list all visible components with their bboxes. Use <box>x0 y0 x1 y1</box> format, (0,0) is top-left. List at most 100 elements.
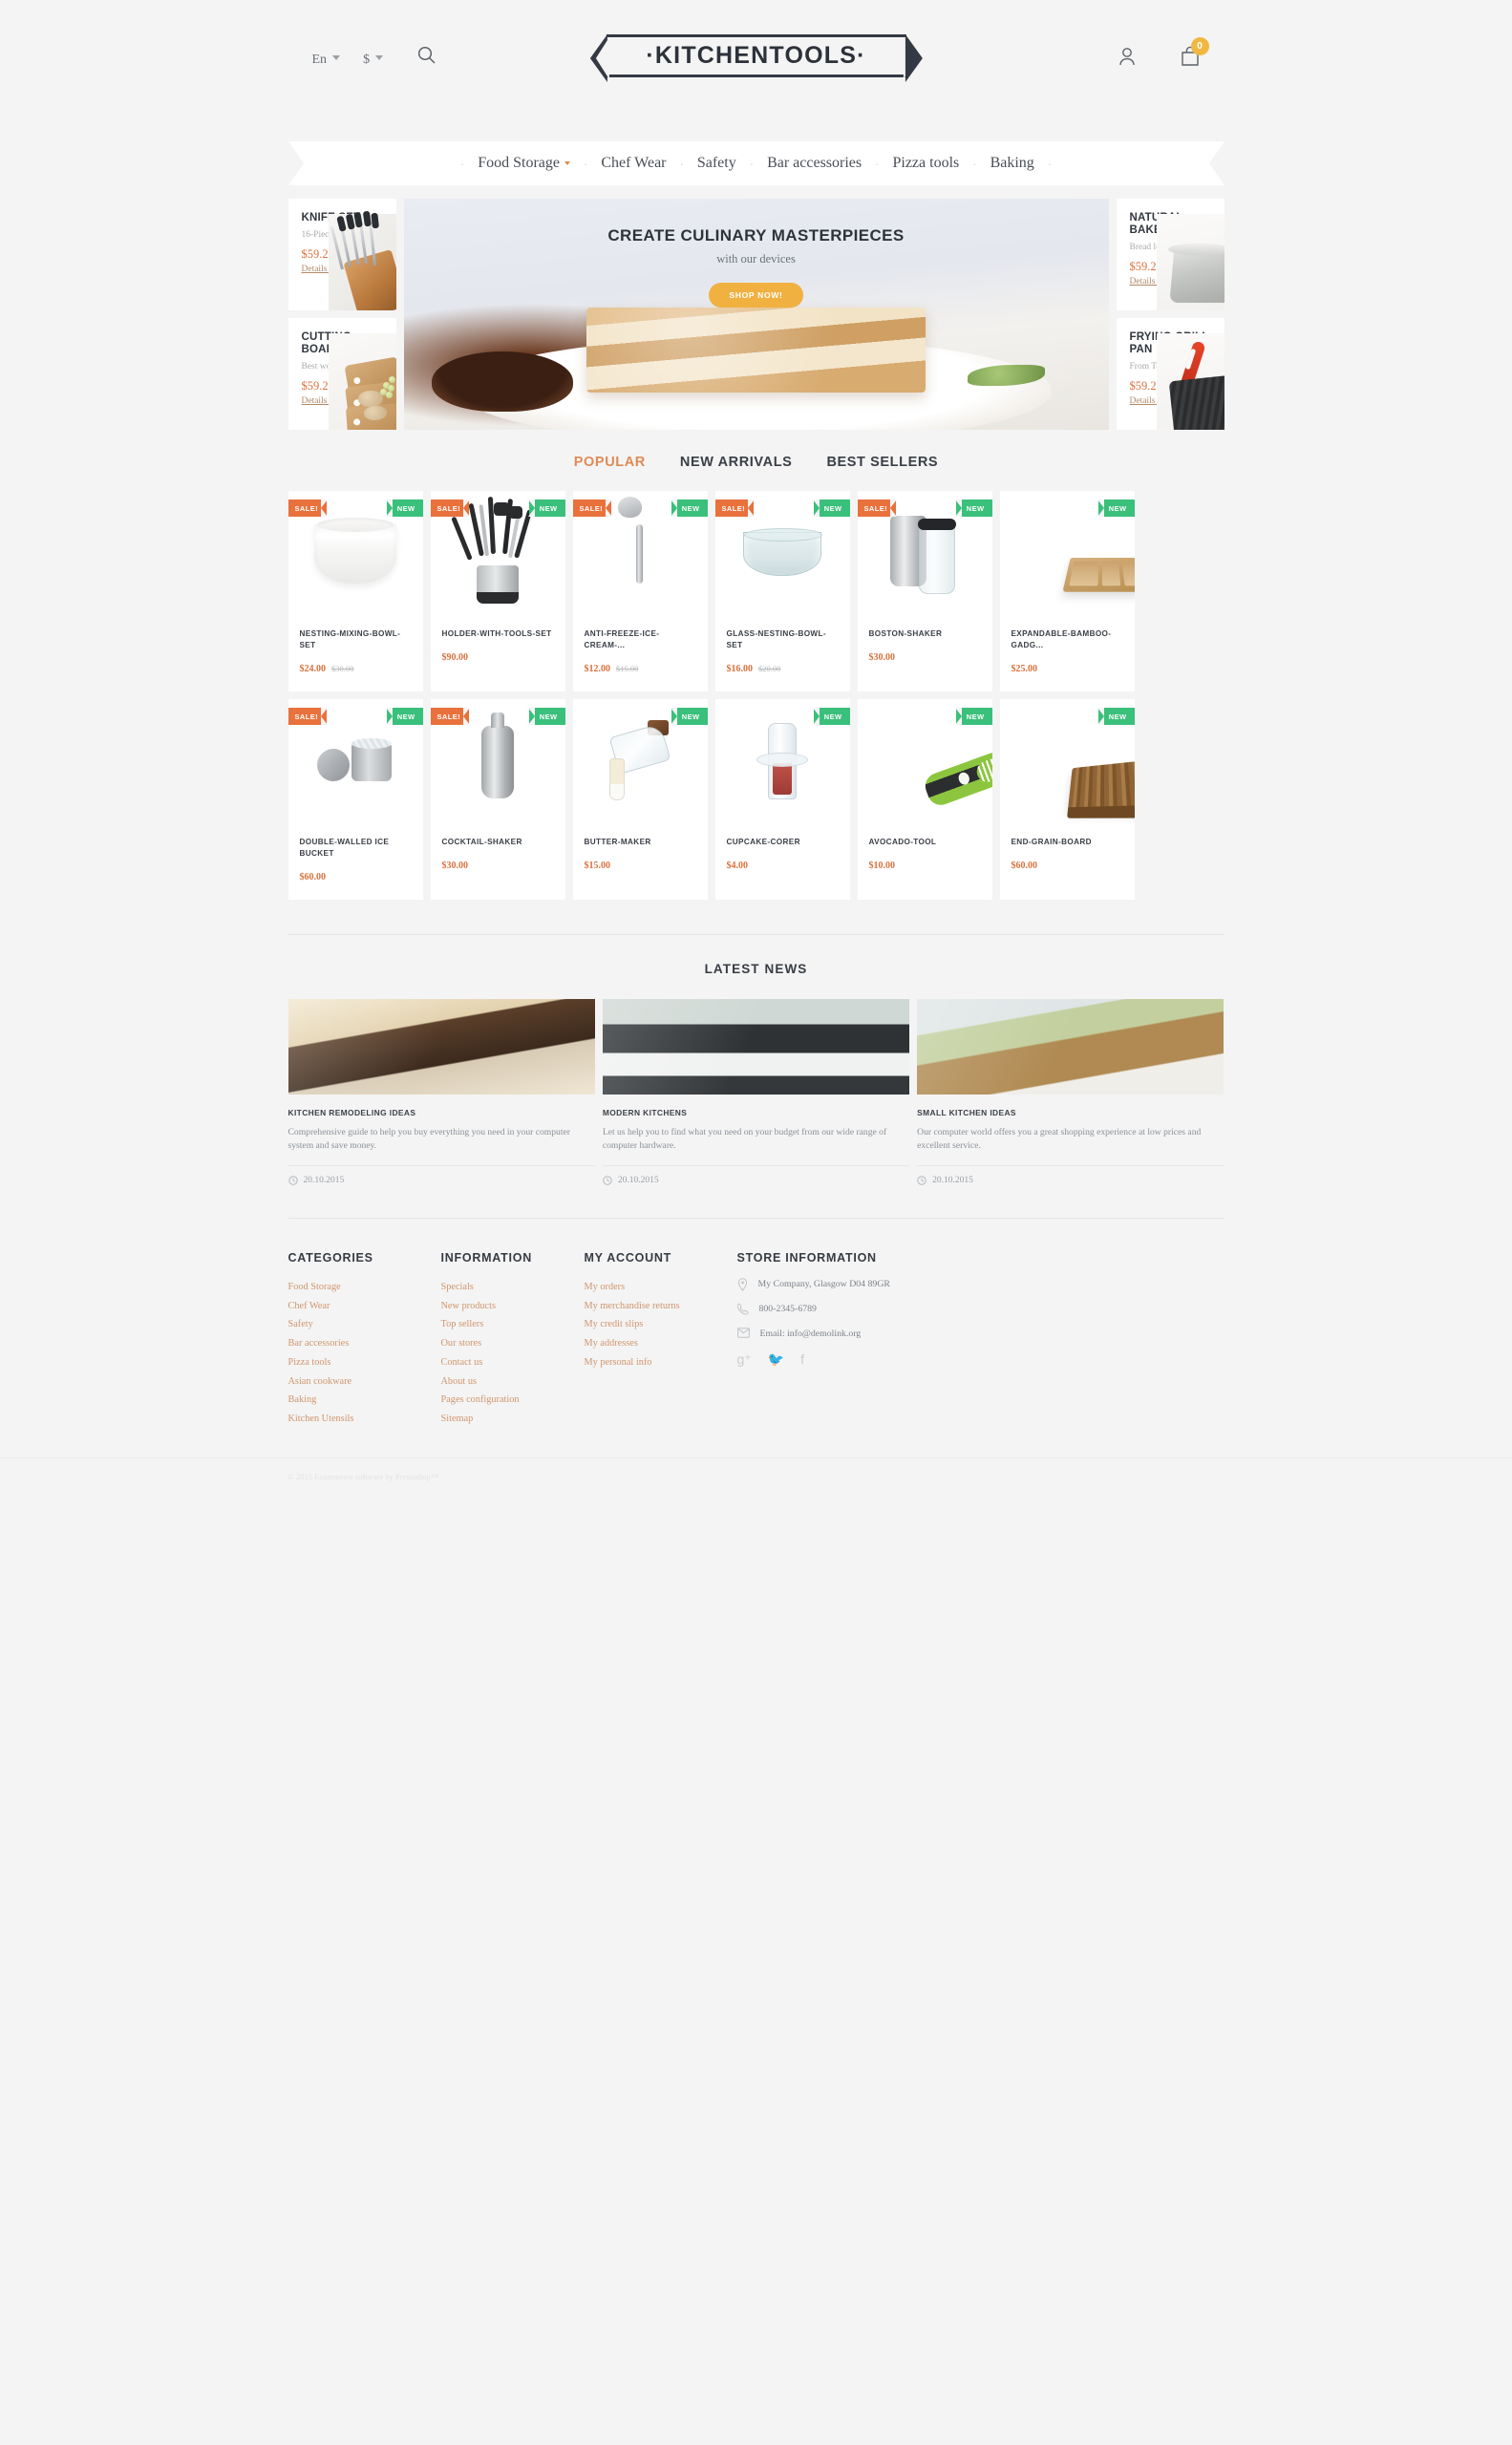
product-name: COCKTAIL-SHAKER <box>442 837 554 848</box>
product-card[interactable]: SALE! NEW COCKTAIL-SHAKER $30.00 <box>431 699 565 900</box>
footer-link[interactable]: Bar accessories <box>288 1334 441 1353</box>
product-name: EXPANDABLE-BAMBOO-GADG... <box>1012 628 1123 651</box>
news-excerpt: Our computer world offers you a great sh… <box>917 1117 1224 1165</box>
footer-link[interactable]: Specials <box>441 1278 585 1297</box>
footer-link[interactable]: My merchandise returns <box>585 1297 737 1316</box>
new-badge: NEW <box>814 500 850 517</box>
product-card[interactable]: NEW END-GRAIN-BOARD $60.00 <box>1000 699 1135 900</box>
currency-selector[interactable]: $ <box>363 53 383 68</box>
product-card[interactable]: SALE! NEW BOSTON-SHAKER $30.00 <box>858 491 992 691</box>
promo-column-left: KNIFE SET 16-Piece Cutlery Set $59.25 De… <box>288 199 396 430</box>
footer-link[interactable]: My addresses <box>585 1334 737 1353</box>
shopping-bag-icon[interactable]: 0 <box>1180 46 1201 72</box>
footer-link[interactable]: Kitchen Utensils <box>288 1410 441 1429</box>
tab-popular[interactable]: POPULAR <box>574 455 646 470</box>
footer-link[interactable]: Top sellers <box>441 1315 585 1334</box>
nav-item-bar-accessories[interactable]: Bar accessories <box>754 155 875 172</box>
product-name: HOLDER-WITH-TOOLS-SET <box>442 628 554 640</box>
product-name: AVOCADO-TOOL <box>869 837 981 848</box>
nav-item-label: Pizza tools <box>892 155 959 172</box>
footer-link[interactable]: Sitemap <box>441 1410 585 1429</box>
footer-link[interactable]: My orders <box>585 1278 737 1297</box>
envelope-icon <box>737 1328 750 1338</box>
footer-link[interactable]: Contact us <box>441 1353 585 1372</box>
footer-link[interactable]: Asian cookware <box>288 1372 441 1392</box>
footer-link[interactable]: Safety <box>288 1315 441 1334</box>
product-card[interactable]: NEW BUTTER-MAKER $15.00 <box>573 699 708 900</box>
nav-item-safety[interactable]: Safety <box>684 155 750 172</box>
logo-text: ·KITCHENTOOLS· <box>646 42 865 70</box>
news-title: MODERN KITCHENS <box>603 1095 909 1117</box>
product-name: END-GRAIN-BOARD <box>1012 837 1123 848</box>
product-card[interactable]: SALE! NEW GLASS-NESTING-BOWL-SET $16.00 … <box>715 491 850 691</box>
nav-item-label: Chef Wear <box>601 155 666 172</box>
product-media: SALE! NEW <box>715 491 850 617</box>
user-icon[interactable] <box>1118 47 1136 71</box>
tab-best-sellers[interactable]: BEST SELLERS <box>826 455 938 470</box>
footer-link[interactable]: Our stores <box>441 1334 585 1353</box>
footer-link[interactable]: Baking <box>288 1391 441 1410</box>
product-price: $4.00 <box>727 861 749 871</box>
hero-banner[interactable]: CREATE CULINARY MASTERPIECES with our de… <box>404 199 1109 430</box>
footer-link[interactable]: Pages configuration <box>441 1391 585 1410</box>
product-name: NESTING-MIXING-BOWL-SET <box>300 628 412 651</box>
store-email: Email: info@demolink.org <box>737 1328 1225 1341</box>
site-logo[interactable]: ·KITCHENTOOLS· <box>606 34 905 77</box>
new-badge: NEW <box>529 500 565 517</box>
news-date: 20.10.2015 <box>304 1176 345 1185</box>
main-navigation: · Food Storage · Chef Wear · Safety · Ba… <box>288 141 1225 199</box>
news-card[interactable]: MODERN KITCHENS Let us help you to find … <box>603 999 909 1185</box>
latest-news-grid: KITCHEN REMODELING IDEAS Comprehensive g… <box>288 999 1225 1185</box>
promo-card-frying-grill-pan[interactable]: FRYING GRILL PAN From Tefal $59.25 Detai… <box>1117 318 1225 430</box>
chevron-down-icon <box>332 55 340 60</box>
product-card[interactable]: SALE! NEW HOLDER-WITH-TOOLS-SET $90.00 <box>431 491 565 691</box>
language-selector[interactable]: En <box>312 53 341 68</box>
product-tabs: POPULAR NEW ARRIVALS BEST SELLERS <box>288 430 1225 491</box>
product-card[interactable]: SALE! NEW ANTI-FREEZE-ICE-CREAM-... $12.… <box>573 491 708 691</box>
footer-link[interactable]: Chef Wear <box>288 1297 441 1316</box>
footer-link[interactable]: About us <box>441 1372 585 1392</box>
product-name: BUTTER-MAKER <box>585 837 696 848</box>
product-card[interactable]: NEW AVOCADO-TOOL $10.00 <box>858 699 992 900</box>
promo-card-natural-bakeware[interactable]: NATURAL BAKEWARE Bread loaf pan $59.25 D… <box>1117 199 1225 310</box>
product-price: $25.00 <box>1012 664 1038 674</box>
sale-badge: SALE! <box>858 500 897 517</box>
news-card[interactable]: KITCHEN REMODELING IDEAS Comprehensive g… <box>288 999 595 1185</box>
footer-link[interactable]: My personal info <box>585 1353 737 1372</box>
product-card[interactable]: SALE! NEW NESTING-MIXING-BOWL-SET $24.00… <box>288 491 423 691</box>
hero-text-block: CREATE CULINARY MASTERPIECES with our de… <box>404 226 1109 308</box>
product-card[interactable]: NEW EXPANDABLE-BAMBOO-GADG... $25.00 <box>1000 491 1135 691</box>
nav-item-chef-wear[interactable]: Chef Wear <box>587 155 679 172</box>
chevron-down-icon <box>375 55 383 60</box>
promo-card-knife-set[interactable]: KNIFE SET 16-Piece Cutlery Set $59.25 De… <box>288 199 396 310</box>
news-card[interactable]: SMALL KITCHEN IDEAS Our computer world o… <box>917 999 1224 1185</box>
nav-item-pizza-tools[interactable]: Pizza tools <box>879 155 972 172</box>
promo-card-cutting-boards[interactable]: CUTTING BOARDS Best wooden board $59.25 … <box>288 318 396 430</box>
tab-new-arrivals[interactable]: NEW ARRIVALS <box>680 455 793 470</box>
footer-link[interactable]: New products <box>441 1297 585 1316</box>
copyright-bar: © 2015 Ecommerce software by Prestashop™ <box>0 1457 1512 1502</box>
promo-banner-grid: KNIFE SET 16-Piece Cutlery Set $59.25 De… <box>288 199 1225 430</box>
product-media: SALE! NEW <box>573 491 708 617</box>
footer-link[interactable]: Pizza tools <box>288 1353 441 1372</box>
sale-badge: SALE! <box>573 500 612 517</box>
hero-coffee-cup-image <box>432 351 573 412</box>
google-plus-icon[interactable]: g⁺ <box>737 1351 752 1368</box>
product-card[interactable]: SALE! NEW DOUBLE-WALLED ICE BUCKET $60.0… <box>288 699 423 900</box>
shop-now-button[interactable]: SHOP NOW! <box>709 283 802 308</box>
news-excerpt: Comprehensive guide to help you buy ever… <box>288 1117 595 1165</box>
twitter-icon[interactable]: 🐦 <box>768 1351 784 1368</box>
product-media: NEW <box>573 699 708 825</box>
product-card[interactable]: NEW CUPCAKE-CORER $4.00 <box>715 699 850 900</box>
facebook-icon[interactable]: f <box>800 1351 804 1368</box>
nav-item-baking[interactable]: Baking <box>977 155 1048 172</box>
product-price: $60.00 <box>1012 861 1038 871</box>
product-media: NEW <box>1000 699 1135 825</box>
footer-link[interactable]: My credit slips <box>585 1315 737 1334</box>
footer-link[interactable]: Food Storage <box>288 1278 441 1297</box>
clock-icon <box>288 1176 298 1185</box>
footer-heading: INFORMATION <box>441 1251 585 1265</box>
new-badge: NEW <box>1098 708 1135 725</box>
product-media: SALE! NEW <box>858 491 992 617</box>
nav-item-food-storage[interactable]: Food Storage <box>464 155 584 172</box>
